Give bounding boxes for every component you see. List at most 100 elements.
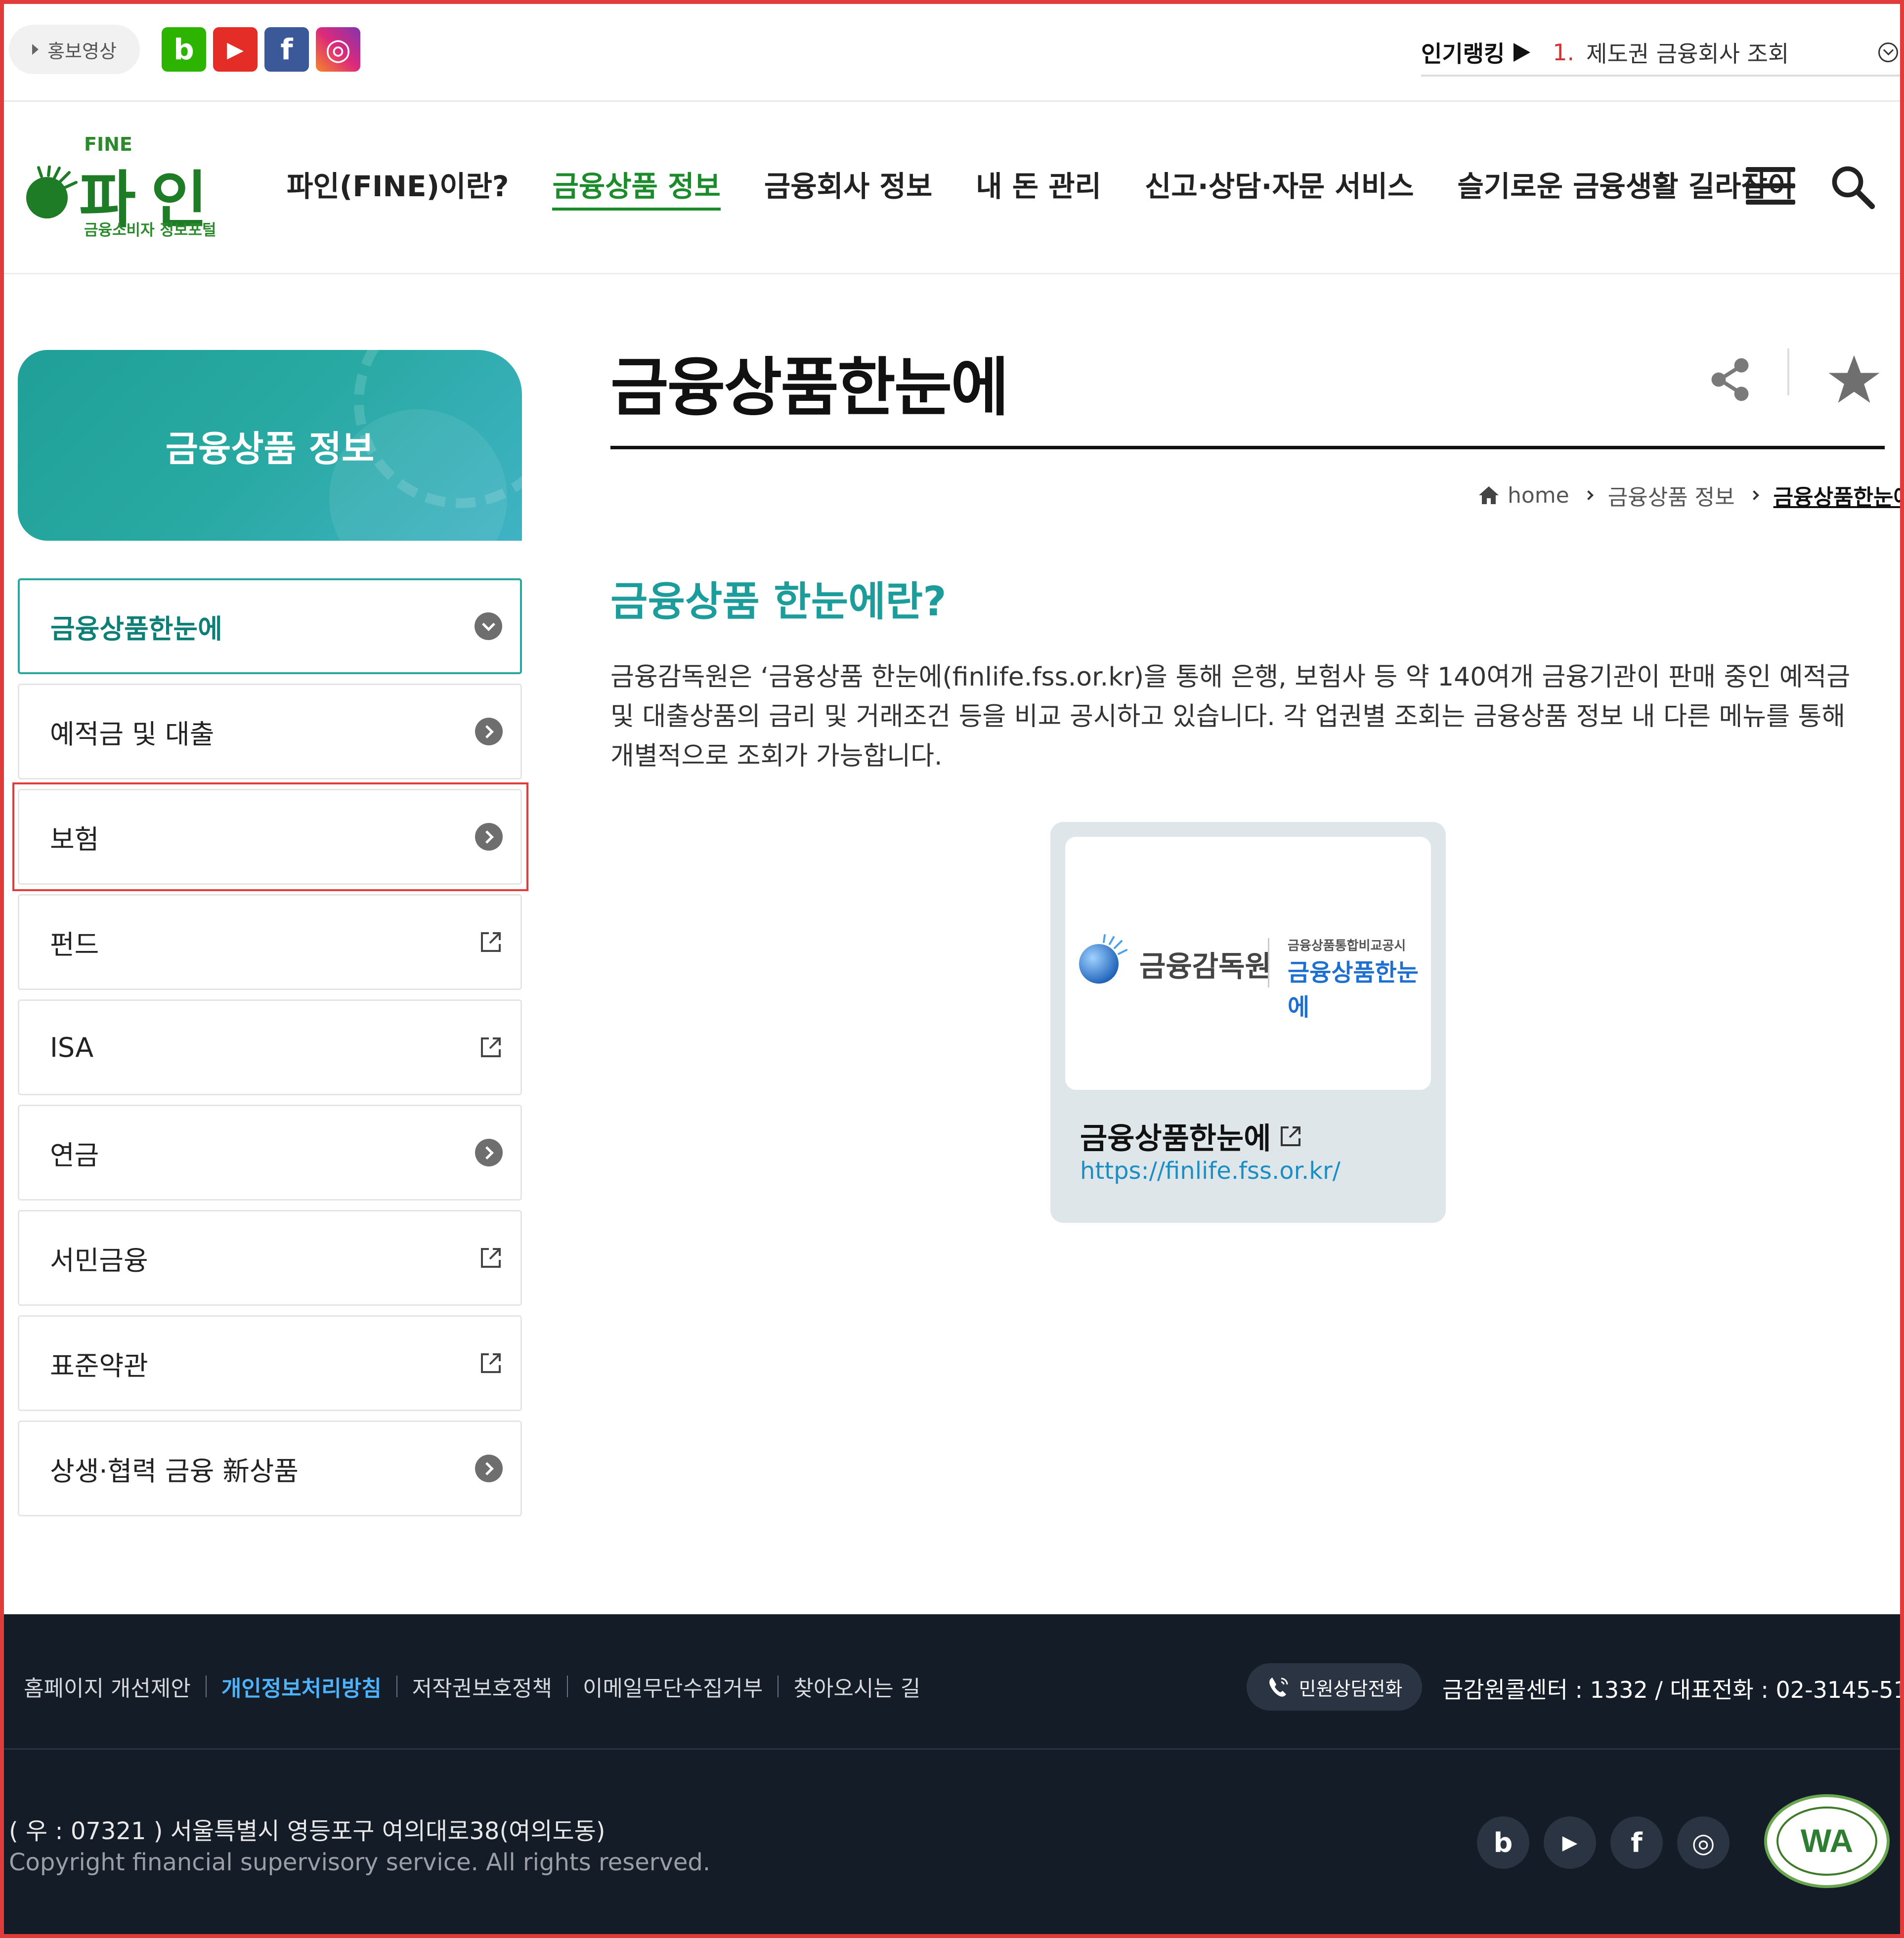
fss-org-name: 금융감독원 bbox=[1139, 949, 1271, 983]
card-title-text: 금융상품한눈에 bbox=[1080, 1121, 1271, 1156]
ranking-label: 인기랭킹 bbox=[1421, 40, 1505, 67]
main-nav: 파인(FINE)이란? 금융상품 정보 금융회사 정보 내 돈 관리 신고·상담… bbox=[287, 163, 1794, 211]
play-icon bbox=[1514, 43, 1531, 62]
section-description: 금융감독원은 ‘금융상품 한눈에(finlife.fss.or.kr)을 통해 … bbox=[610, 662, 1851, 771]
sidebar-item-label: ISA bbox=[50, 1032, 94, 1063]
blog-icon[interactable]: b bbox=[162, 27, 206, 72]
phone-icon bbox=[1269, 1678, 1288, 1697]
play-triangle-icon bbox=[32, 44, 39, 55]
sidebar-header: 금융상품 정보 bbox=[18, 350, 522, 541]
logo-ball-icon bbox=[26, 166, 78, 218]
footer-link-directions[interactable]: 찾아오시는 길 bbox=[793, 1671, 920, 1702]
badge-text: WA bbox=[1801, 1822, 1853, 1859]
sidebar-item-label: 상생·협력 금융 新상품 bbox=[50, 1455, 299, 1487]
card-url-link[interactable]: https://finlife.fss.or.kr/ bbox=[1080, 1157, 1341, 1185]
sidebar-item-label: 연금 bbox=[50, 1139, 99, 1171]
external-link-icon bbox=[1281, 1126, 1301, 1146]
footer-link-privacy[interactable]: 개인정보처리방침 bbox=[221, 1671, 382, 1702]
sidebar-item-finlife[interactable]: 금융상품한눈에 bbox=[18, 578, 522, 674]
sidebar-item-standard-terms[interactable]: 표준약관 bbox=[18, 1315, 522, 1411]
footer-link-separator bbox=[778, 1676, 779, 1697]
nav-divider bbox=[4, 273, 1900, 274]
search-icon[interactable] bbox=[1829, 163, 1876, 210]
chevron-right-icon bbox=[1749, 490, 1759, 500]
chevron-down-icon[interactable] bbox=[1878, 42, 1898, 62]
chevron-right-icon bbox=[475, 1139, 503, 1166]
footer-blog-icon[interactable]: b bbox=[1477, 1816, 1529, 1869]
breadcrumb-current[interactable]: 금융상품한눈에 bbox=[1774, 479, 1904, 511]
sidebar-item-label: 서민금융 bbox=[50, 1245, 148, 1276]
sidebar-item-cooperative-products[interactable]: 상생·협력 금융 新상품 bbox=[18, 1421, 522, 1516]
footer-facebook-icon[interactable]: f bbox=[1610, 1816, 1663, 1869]
sidebar-item-label: 펀드 bbox=[50, 929, 99, 960]
external-link-icon bbox=[481, 932, 501, 952]
footer-link-separator bbox=[567, 1676, 568, 1697]
external-link-icon bbox=[481, 1248, 501, 1268]
breadcrumb: home 금융상품 정보 금융상품한눈에 bbox=[1478, 479, 1904, 511]
finlife-link-card[interactable]: 금융감독원 금융상품통합비교공시 금융상품한눈에 금융상품한눈에 https:/… bbox=[1050, 822, 1446, 1223]
sidebar-item-isa[interactable]: ISA bbox=[18, 999, 522, 1095]
footer-link-separator bbox=[205, 1676, 207, 1697]
footer-divider bbox=[4, 1748, 1900, 1750]
complaint-call-button[interactable]: 민원상담전화 bbox=[1247, 1663, 1422, 1711]
nav-item-my-money[interactable]: 내 돈 관리 bbox=[976, 163, 1101, 211]
footer bbox=[4, 1614, 1900, 1934]
chevron-right-icon bbox=[475, 718, 503, 745]
sidebar-item-deposit-loan[interactable]: 예적금 및 대출 bbox=[18, 684, 522, 779]
page-title: 금융상품한눈에 bbox=[610, 351, 1009, 425]
call-center-info: 금감원콜센터 : 1332 / 대표전화 : 02-3145-5114 bbox=[1442, 1677, 1904, 1703]
sidebar-item-pension[interactable]: 연금 bbox=[18, 1105, 522, 1201]
footer-copyright: Copyright financial supervisory service.… bbox=[9, 1849, 711, 1876]
card-title[interactable]: 금융상품한눈에 bbox=[1080, 1115, 1302, 1158]
header-divider bbox=[4, 100, 1900, 102]
chevron-right-icon bbox=[1583, 490, 1594, 500]
instagram-icon[interactable]: ◎ bbox=[316, 27, 360, 72]
share-icon[interactable] bbox=[1706, 356, 1754, 403]
sidebar-item-label: 예적금 및 대출 bbox=[50, 718, 215, 750]
breadcrumb-products[interactable]: 금융상품 정보 bbox=[1608, 479, 1735, 511]
selection-highlight bbox=[12, 782, 528, 891]
chevron-right-icon bbox=[475, 1455, 503, 1482]
breadcrumb-home[interactable]: home bbox=[1508, 483, 1569, 508]
promo-video-button[interactable]: 홍보영상 bbox=[9, 25, 140, 74]
title-icon-divider bbox=[1787, 348, 1789, 395]
nav-item-report[interactable]: 신고·상담·자문 서비스 bbox=[1145, 163, 1414, 211]
footer-link-improve[interactable]: 홈페이지 개선제안 bbox=[24, 1671, 191, 1702]
star-bookmark-icon[interactable] bbox=[1826, 352, 1882, 407]
sidebar-item-microfinance[interactable]: 서민금융 bbox=[18, 1210, 522, 1306]
nav-item-guide[interactable]: 슬기로운 금융생활 길라잡이 bbox=[1458, 163, 1794, 211]
card-logo-area: 금융감독원 금융상품통합비교공시 금융상품한눈에 bbox=[1065, 837, 1431, 1090]
external-link-icon bbox=[481, 1037, 501, 1057]
ranking-text[interactable]: 제도권 금융회사 조회 bbox=[1586, 36, 1789, 69]
logo-divider bbox=[1268, 938, 1269, 988]
logo-subtitle: 금융소비자 정보포털 bbox=[84, 221, 216, 239]
home-icon[interactable] bbox=[1478, 484, 1500, 506]
sidebar-item-fund[interactable]: 펀드 bbox=[18, 894, 522, 990]
logo-service-name: 금융상품한눈에 bbox=[1288, 959, 1419, 1021]
sidebar-item-label: 표준약관 bbox=[50, 1350, 148, 1381]
hamburger-menu-icon[interactable] bbox=[1746, 167, 1795, 205]
chevron-down-icon bbox=[475, 612, 502, 640]
fss-logo-icon bbox=[1079, 934, 1127, 984]
sidebar-item-label: 금융상품한눈에 bbox=[50, 613, 222, 645]
section-title: 금융상품 한눈에란? bbox=[610, 578, 947, 625]
footer-link-email-refusal[interactable]: 이메일무단수집거부 bbox=[583, 1671, 763, 1702]
footer-link-copyright-policy[interactable]: 저작권보호정책 bbox=[412, 1671, 552, 1702]
nav-item-companies[interactable]: 금융회사 정보 bbox=[764, 163, 932, 211]
footer-links: 홈페이지 개선제안 개인정보처리방침 저작권보호정책 이메일무단수집거부 찾아오… bbox=[24, 1671, 920, 1702]
promo-video-label: 홍보영상 bbox=[47, 40, 117, 62]
logo-small-caption: 금융상품통합비교공시 bbox=[1288, 939, 1406, 953]
sidebar-title: 금융상품 정보 bbox=[165, 428, 375, 470]
facebook-icon[interactable]: f bbox=[264, 27, 309, 72]
footer-youtube-icon[interactable]: ▶ bbox=[1544, 1816, 1596, 1869]
popular-ranking[interactable]: 인기랭킹 1. 제도권 금융회사 조회 bbox=[1421, 30, 1901, 77]
site-logo[interactable]: FINE 파인 금융소비자 정보포털 bbox=[15, 131, 222, 245]
external-link-icon bbox=[481, 1353, 501, 1373]
youtube-icon[interactable]: ▶ bbox=[213, 27, 258, 72]
ranking-number: 1. bbox=[1553, 39, 1575, 66]
complaint-call-label: 민원상담전화 bbox=[1298, 1678, 1403, 1700]
nav-item-products[interactable]: 금융상품 정보 bbox=[552, 163, 721, 211]
nav-item-about[interactable]: 파인(FINE)이란? bbox=[287, 163, 509, 211]
footer-address: ( 우 : 07321 ) 서울특별시 영등포구 여의대로38(여의도동) bbox=[9, 1817, 606, 1845]
footer-instagram-icon[interactable]: ◎ bbox=[1677, 1816, 1730, 1869]
